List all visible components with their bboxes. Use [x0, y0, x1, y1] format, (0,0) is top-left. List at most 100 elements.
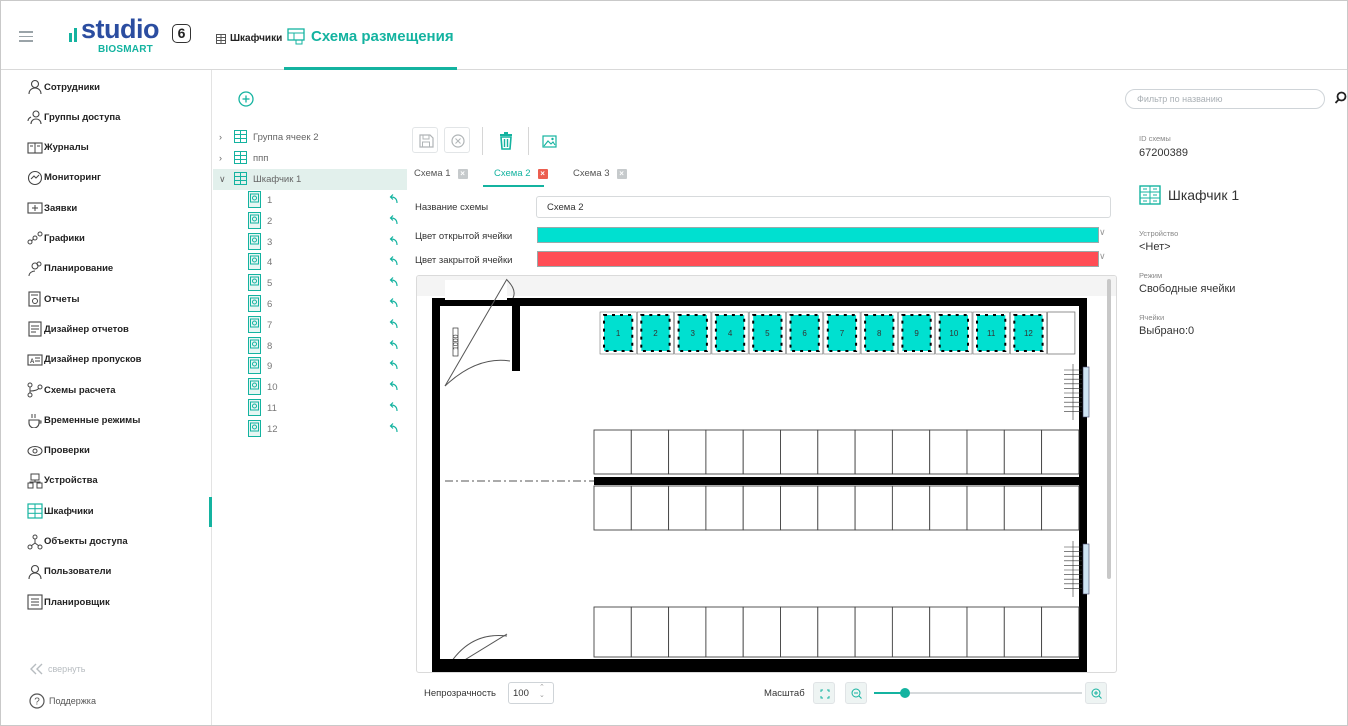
floor-cell — [593, 606, 632, 658]
tree-group[interactable]: ∨ Шкафчик 1 — [213, 169, 407, 190]
wall-partition — [512, 298, 520, 371]
tree-cell[interactable]: 5 — [213, 273, 407, 294]
tab-scheme[interactable]: Схема 2 × — [494, 168, 548, 179]
locker-name: Шкафчик 1 — [1139, 185, 1239, 205]
sidebar-item-8[interactable]: Отчеты — [1, 285, 211, 313]
close-icon[interactable]: × — [457, 168, 468, 179]
unbind-arrow-icon[interactable] — [387, 276, 399, 288]
sidebar-item-label: Мониторинг — [44, 172, 101, 184]
sidebar-item-11[interactable]: Схемы расчета — [1, 376, 211, 404]
sidebar-item-17[interactable]: Пользователи — [1, 558, 211, 586]
unbind-arrow-icon[interactable] — [387, 297, 399, 309]
floor-plan-canvas[interactable]: 10001 2 3 4 5 6 7 8 9 10 11 12 — [417, 276, 1116, 672]
collapse-sidebar-button[interactable]: свернуть — [29, 663, 85, 675]
chevron-down-icon[interactable]: ∨ — [1099, 251, 1106, 262]
tab-scheme[interactable]: Схема 1 × — [414, 168, 468, 179]
tree-cell[interactable]: 8 — [213, 336, 407, 357]
open-color-picker[interactable] — [537, 227, 1099, 243]
background-image-button[interactable] — [542, 135, 558, 149]
tree-cell[interactable]: 6 — [213, 294, 407, 315]
tree-cell[interactable]: 12 — [213, 419, 407, 440]
unbind-arrow-icon[interactable] — [387, 401, 399, 413]
tab-label: Схема 3 — [573, 168, 610, 179]
sidebar-item-16[interactable]: Объекты доступа — [1, 528, 211, 556]
delete-button[interactable] — [497, 131, 515, 151]
support-link[interactable]: ? Поддержка — [29, 693, 96, 709]
tree-cell[interactable]: 3 — [213, 232, 407, 253]
cancel-button[interactable] — [444, 127, 470, 153]
sidebar-item-5[interactable]: Заявки — [1, 194, 211, 222]
sidebar-item-1[interactable]: Сотрудники — [1, 73, 211, 101]
sidebar-item-7[interactable]: Планирование — [1, 255, 211, 283]
chevron-down-icon[interactable]: ∨ — [1099, 227, 1106, 238]
tree-group[interactable]: › ппп — [213, 148, 407, 169]
properties-panel: ID схемы 67200389 Шкафчик 1 Устройство <… — [1126, 125, 1347, 425]
tree-cell[interactable]: 7 — [213, 315, 407, 336]
opacity-input[interactable]: 100 — [508, 682, 554, 704]
unbind-arrow-icon[interactable] — [387, 214, 399, 226]
id-value: 67200389 — [1139, 147, 1188, 159]
unbind-arrow-icon[interactable] — [387, 255, 399, 267]
sidebar-item-2[interactable]: Группы доступа — [1, 103, 211, 131]
plan-scrollbar[interactable] — [1107, 279, 1111, 579]
chevron-right-icon[interactable]: › — [219, 153, 227, 163]
sidebar-item-6[interactable]: Графики — [1, 225, 211, 253]
sidebar-item-10[interactable]: A Дизайнер пропусков — [1, 346, 211, 374]
close-icon[interactable]: × — [616, 168, 627, 179]
unbind-arrow-icon[interactable] — [387, 359, 399, 371]
unbind-arrow-icon[interactable] — [387, 380, 399, 392]
sidebar-item-9[interactable]: Дизайнер отчетов — [1, 315, 211, 343]
tree-cell[interactable]: 9 — [213, 356, 407, 377]
unbind-arrow-icon[interactable] — [387, 339, 399, 351]
breadcrumb-parent[interactable]: Шкафчики — [216, 33, 282, 44]
sidebar-item-12[interactable]: Временные режимы — [1, 406, 211, 434]
floor-cell — [854, 429, 893, 475]
locker-cell-label: 4 — [728, 329, 733, 338]
zoom-in-button[interactable] — [1085, 682, 1107, 704]
unbind-arrow-icon[interactable] — [387, 422, 399, 434]
tree-cell[interactable]: 1 — [213, 190, 407, 211]
floor-plan[interactable]: 1000 1 2 3 4 5 6 7 8 9 10 11 12 — [416, 275, 1117, 673]
trash-icon — [500, 132, 512, 150]
tree-cell[interactable]: 11 — [213, 398, 407, 419]
tree-cell-label: 3 — [267, 236, 273, 248]
unbind-arrow-icon[interactable] — [387, 193, 399, 205]
zoom-out-button[interactable] — [845, 682, 867, 704]
sidebar-item-15[interactable]: Шкафчики — [1, 497, 212, 528]
sidebar-item-18[interactable]: Планировщик — [1, 588, 211, 616]
closed-color-picker[interactable] — [537, 251, 1099, 267]
save-button[interactable] — [412, 127, 438, 153]
report-icon — [28, 291, 41, 307]
search-icon[interactable] — [1334, 91, 1347, 105]
add-button[interactable] — [238, 91, 254, 107]
locker-group-icon — [234, 172, 247, 185]
zoom-slider-handle[interactable] — [900, 688, 911, 698]
sidebar-item-3[interactable]: Журналы — [1, 134, 211, 162]
filter-input[interactable] — [1125, 89, 1325, 109]
locker-group-icon — [234, 151, 247, 164]
close-icon[interactable]: × — [537, 168, 548, 179]
tree-cell[interactable]: 10 — [213, 377, 407, 398]
scheme-name-input[interactable]: Схема 2 — [536, 196, 1111, 218]
opacity-spinner[interactable]: ⌃ ⌄ — [539, 684, 545, 700]
locker-cell-icon — [248, 315, 261, 333]
zoom-fit-button[interactable] — [813, 682, 835, 704]
tree-group[interactable]: › Группа ячеек 2 — [213, 127, 407, 148]
floor-cell — [817, 485, 856, 531]
svg-text:?: ? — [34, 697, 40, 708]
floor-cell — [593, 485, 632, 531]
floor-cell — [929, 485, 968, 531]
sidebar-item-13[interactable]: Проверки — [1, 437, 211, 465]
chevron-down-icon[interactable]: ∨ — [219, 174, 227, 184]
tree-cell[interactable]: 4 — [213, 252, 407, 273]
tree-cell[interactable]: 2 — [213, 211, 407, 232]
tab-scheme[interactable]: Схема 3 × — [573, 168, 627, 179]
sidebar-item-14[interactable]: Устройства — [1, 467, 211, 495]
radiator — [1082, 543, 1090, 595]
unbind-arrow-icon[interactable] — [387, 318, 399, 330]
tree-cell-label: 10 — [267, 382, 278, 394]
chevron-right-icon[interactable]: › — [219, 132, 227, 142]
menu-icon[interactable] — [19, 31, 33, 42]
unbind-arrow-icon[interactable] — [387, 235, 399, 247]
sidebar-item-4[interactable]: Мониторинг — [1, 164, 211, 192]
